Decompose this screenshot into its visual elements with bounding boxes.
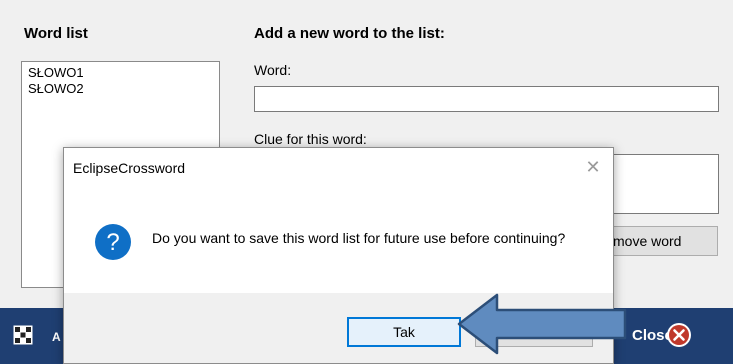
svg-text:?: ? [106, 229, 119, 256]
list-item[interactable]: SŁOWO2 [28, 81, 213, 97]
yes-button[interactable]: Tak [347, 317, 461, 347]
dialog-message: Do you want to save this word list for f… [152, 230, 566, 246]
dialog-title: EclipseCrossword [73, 160, 186, 176]
word-list-heading: Word list [24, 25, 88, 42]
dialog-close-button[interactable]: ✕ [583, 156, 603, 178]
list-item[interactable]: SŁOWO1 [28, 65, 213, 81]
bottom-bar-label[interactable]: A [52, 330, 61, 344]
word-label: Word: [254, 62, 292, 78]
clue-label: Clue for this word: [254, 131, 367, 147]
question-icon: ? [95, 224, 131, 260]
word-input[interactable] [254, 86, 719, 112]
add-word-heading: Add a new word to the list: [254, 25, 445, 42]
pointer-arrow-icon [457, 293, 627, 355]
close-icon[interactable] [666, 322, 692, 348]
crossword-grid-icon[interactable] [13, 325, 33, 345]
